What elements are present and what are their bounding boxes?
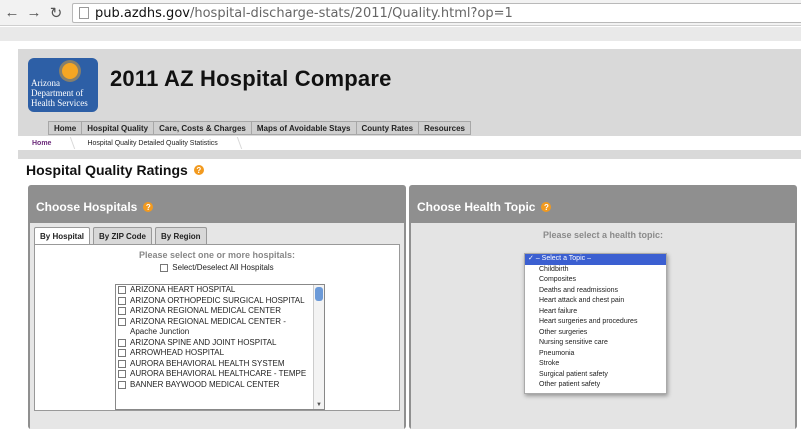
list-item[interactable]: AURORA BEHAVIORAL HEALTH SYSTEM [116, 359, 312, 370]
nav-hospital-quality[interactable]: Hospital Quality [82, 121, 155, 135]
topic-option[interactable]: Childbirth [525, 265, 666, 276]
by-hospital-tab-body: Please select one or more hospitals: Sel… [34, 244, 400, 411]
list-item[interactable]: AURORA BEHAVIORAL HEALTHCARE - TEMPE [116, 369, 312, 380]
hospital-checkbox[interactable] [118, 349, 126, 357]
list-item[interactable]: ARIZONA ORTHOPEDIC SURGICAL HOSPITAL [116, 296, 312, 307]
topic-option[interactable]: Other surgeries [525, 328, 666, 339]
topic-option[interactable]: Heart surgeries and procedures [525, 317, 666, 328]
health-topic-dropdown[interactable]: ✓ – Select a Topic – Childbirth Composit… [524, 253, 667, 394]
site-page: Arizona Department of Health Services 20… [14, 41, 801, 429]
url-path: /hospital-discharge-stats/2011/Quality.h… [189, 5, 513, 21]
list-item[interactable]: ARIZONA REGIONAL MEDICAL CENTER [116, 306, 312, 317]
health-topic-prompt: Please select a health topic: [542, 230, 664, 240]
health-topic-panel: Choose Health Topic ? Please select a he… [409, 185, 797, 429]
topic-option[interactable]: Stroke [525, 359, 666, 370]
hospitals-panel: Choose Hospitals ? By Hospital By ZIP Co… [28, 185, 406, 429]
topic-option-label: – Select a Topic – [535, 255, 591, 262]
list-item[interactable]: BANNER BAYWOOD MEDICAL CENTER [116, 380, 312, 391]
hospital-name: ARROWHEAD HOSPITAL [130, 348, 225, 357]
hospital-checkbox[interactable] [118, 359, 126, 368]
url-host: pub.azdhs.gov [95, 5, 190, 21]
list-item[interactable]: ARIZONA SPINE AND JOINT HOSPITAL [116, 338, 312, 349]
logo-line-3: Health Services [31, 98, 88, 108]
hospital-name: AURORA BEHAVIORAL HEALTH SYSTEM [130, 358, 285, 368]
hospital-name: ARIZONA REGIONAL MEDICAL CENTER - Apache… [130, 316, 286, 337]
forward-arrow-icon[interactable]: → [24, 3, 44, 23]
logo-line-2: Department of [31, 88, 84, 98]
hospital-checkbox[interactable] [118, 296, 126, 305]
nav-care-costs-charges[interactable]: Care, Costs & Charges [154, 121, 252, 135]
browser-toolbar: ← → ↻ ⌂ pub.azdhs.gov/hospital-discharge… [0, 0, 801, 26]
adhs-logo[interactable]: Arizona Department of Health Services [28, 58, 98, 112]
list-item[interactable]: ARROWHEAD HOSPITAL [116, 348, 312, 359]
tab-by-hospital[interactable]: By Hospital [34, 227, 91, 245]
hospital-checkbox[interactable] [118, 286, 126, 294]
hospital-name: ARIZONA SPINE AND JOINT HOSPITAL [130, 337, 277, 347]
logo-line-1: Arizona [31, 78, 60, 88]
help-icon[interactable]: ? [143, 202, 154, 212]
hospital-name: ARIZONA REGIONAL MEDICAL CENTER [130, 306, 281, 315]
health-topic-panel-title: Choose Health Topic ? [417, 200, 552, 214]
help-icon[interactable]: ? [541, 202, 552, 212]
tab-by-region[interactable]: By Region [155, 227, 207, 244]
health-topic-panel-body: Please select a health topic: ✓ – Select… [411, 223, 795, 429]
check-icon: ✓ [528, 255, 534, 262]
list-item[interactable]: ARIZONA HEART HOSPITAL [116, 285, 312, 296]
hospitals-panel-title: Choose Hospitals ? [36, 200, 154, 214]
topic-option[interactable]: Heart failure [525, 307, 666, 318]
page-title-text: Hospital Quality Ratings [26, 162, 188, 178]
hospital-list[interactable]: ARIZONA HEART HOSPITAL ARIZONA ORTHOPEDI… [115, 284, 325, 410]
page-title: Hospital Quality Ratings ? [26, 162, 204, 178]
topic-option[interactable]: Surgical patient safety [525, 370, 666, 381]
hospital-checkbox[interactable] [118, 380, 126, 389]
nav-maps-avoidable-stays[interactable]: Maps of Avoidable Stays [251, 121, 357, 135]
site-title: 2011 AZ Hospital Compare [110, 66, 392, 91]
breadcrumb-home[interactable]: Home [18, 137, 76, 149]
breadcrumb-current-label: Hospital Quality Detailed Quality Statis… [87, 139, 218, 147]
list-item[interactable]: ARIZONA REGIONAL MEDICAL CENTER - Apache… [116, 317, 312, 338]
hospital-tabs: By Hospital By ZIP Code By Region [34, 227, 210, 245]
back-arrow-icon[interactable]: ← [2, 3, 22, 23]
nav-home[interactable]: Home [48, 121, 83, 135]
topic-option[interactable]: Nursing sensitive care [525, 338, 666, 349]
hospital-name: AURORA BEHAVIORAL HEALTHCARE - TEMPE [130, 369, 307, 378]
hospital-select-prompt: Please select one or more hospitals: [138, 250, 296, 260]
sun-icon [62, 63, 78, 79]
hospital-name: ARIZONA HEART HOSPITAL [130, 285, 236, 294]
address-bar[interactable]: pub.azdhs.gov/hospital-discharge-stats/2… [72, 3, 801, 23]
hospital-checkbox[interactable] [118, 307, 126, 315]
topic-option-selected[interactable]: ✓ – Select a Topic – [525, 254, 666, 265]
topic-option[interactable]: Pneumonia [525, 349, 666, 360]
help-icon[interactable]: ? [193, 165, 204, 175]
reload-icon[interactable]: ↻ [46, 3, 66, 23]
browser-gap [0, 27, 801, 41]
breadcrumb: Home Hospital Quality Detailed Quality S… [18, 136, 801, 150]
breadcrumb-separator [231, 137, 242, 149]
page-icon [79, 7, 89, 19]
hospitals-panel-title-text: Choose Hospitals [36, 200, 138, 214]
hospital-checkbox[interactable] [118, 338, 126, 347]
nav-resources[interactable]: Resources [419, 121, 471, 135]
hospital-name: BANNER BAYWOOD MEDICAL CENTER [130, 379, 280, 389]
hospital-checkbox[interactable] [118, 370, 126, 378]
hospital-checkbox[interactable] [118, 317, 126, 326]
tab-by-zip-code[interactable]: By ZIP Code [93, 227, 152, 244]
scroll-down-icon[interactable]: ▼ [316, 402, 322, 408]
hospital-name: ARIZONA ORTHOPEDIC SURGICAL HOSPITAL [130, 295, 305, 305]
hospitals-panel-body: By Hospital By ZIP Code By Region Please… [30, 223, 404, 429]
select-all-label: Select/Deselect All Hospitals [172, 263, 274, 272]
hospital-list-scrollbar[interactable]: ▼ [313, 285, 324, 409]
select-all-row[interactable]: Select/Deselect All Hospitals [35, 263, 399, 272]
topic-option[interactable]: Other patient safety [525, 380, 666, 391]
scroll-thumb[interactable] [315, 287, 323, 301]
topic-option[interactable]: Heart attack and chest pain [525, 296, 666, 307]
breadcrumb-home-label: Home [32, 139, 52, 147]
topic-option[interactable]: Composites [525, 275, 666, 286]
topic-option[interactable]: Deaths and readmissions [525, 286, 666, 297]
select-all-checkbox[interactable] [160, 263, 169, 272]
health-topic-panel-title-text: Choose Health Topic [417, 200, 536, 214]
breadcrumb-current: Hospital Quality Detailed Quality Statis… [73, 137, 242, 149]
main-nav: Home Hospital Quality Care, Costs & Char… [48, 121, 471, 135]
nav-county-rates[interactable]: County Rates [356, 121, 420, 135]
